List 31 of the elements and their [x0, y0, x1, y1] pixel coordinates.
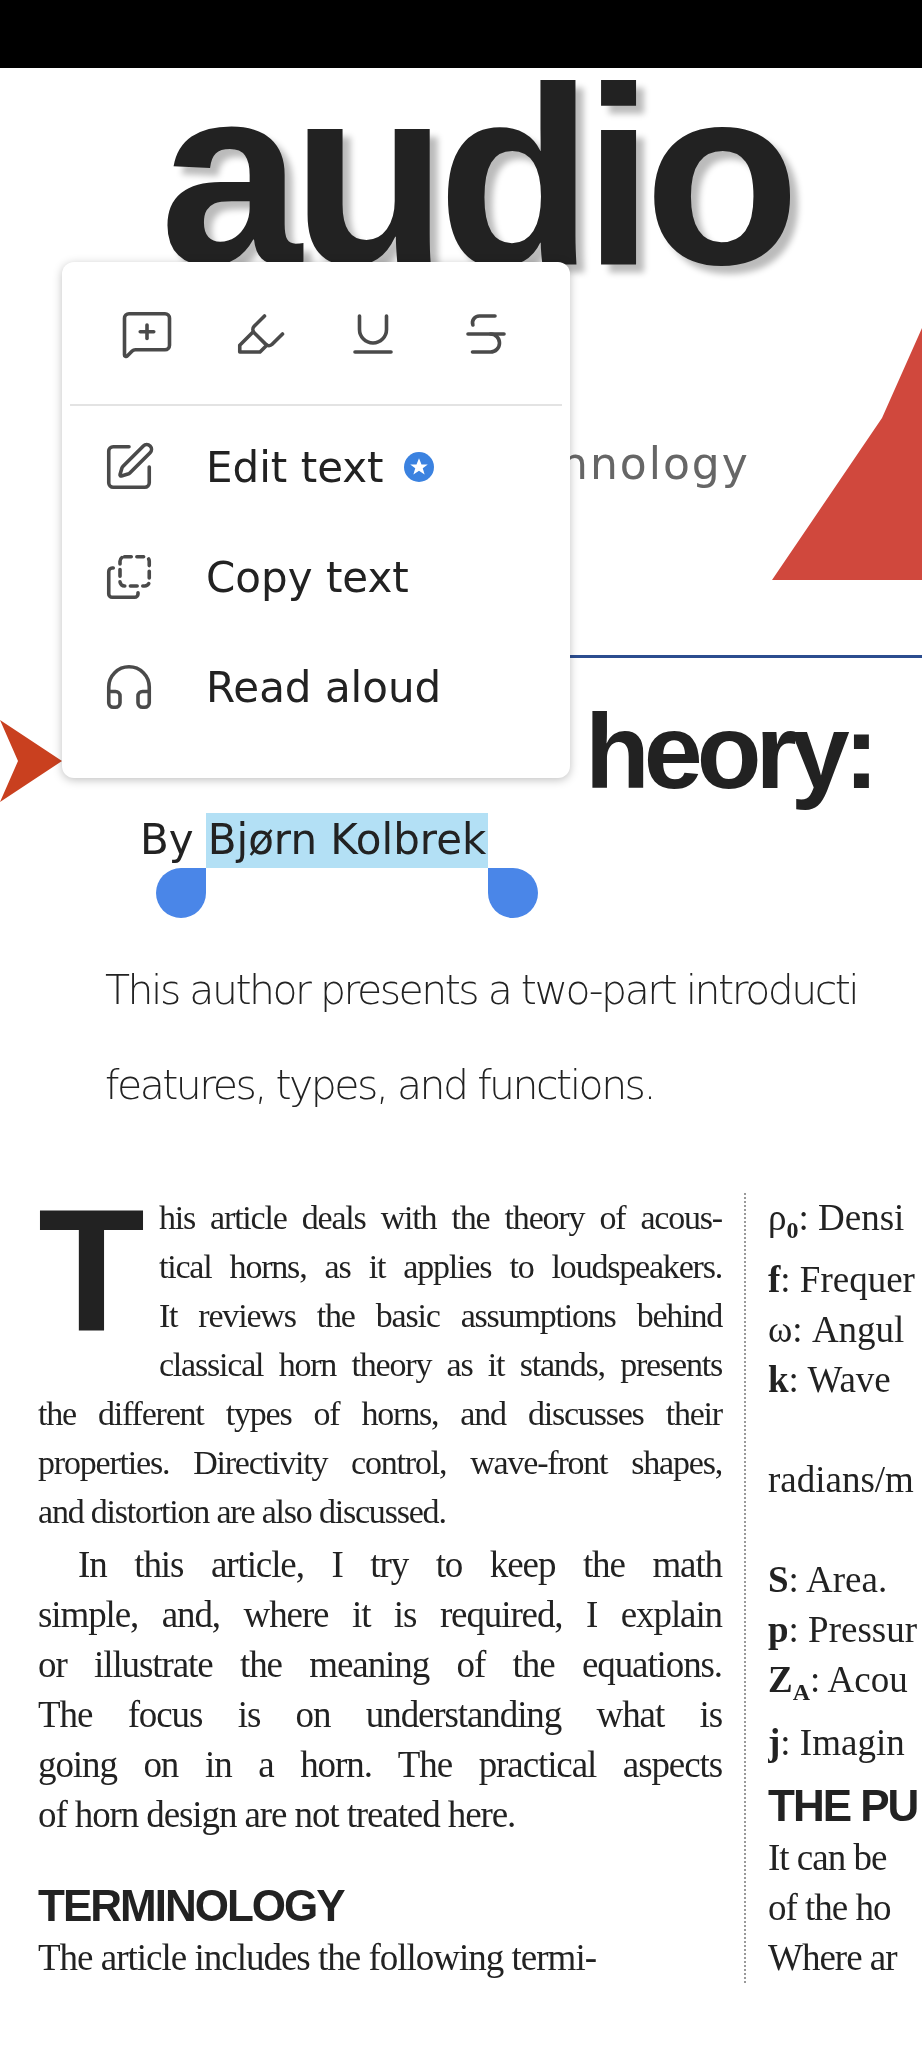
term-definition: Z$_{A}$: Acou [768, 1658, 908, 1708]
arrow-marker-icon [0, 720, 62, 802]
byline-prefix: By [140, 814, 194, 866]
drop-cap: T [38, 1201, 145, 1341]
intro-text: features, types, and functions. [105, 1060, 654, 1111]
menu-item[interactable]: Read aloud [62, 632, 570, 742]
body-paragraph: his article deals with the theory of acous- tical horns, as it applies to loudspeakers. It reviews the basic assumptions behind classical horn theory as it stands, presents [158, 1198, 722, 1385]
article-title: heory: [585, 691, 874, 812]
intro-text: This author presents a two-part introducti [105, 965, 858, 1016]
term-definition: S: Area. [768, 1558, 888, 1603]
section-heading: THE PU [768, 1779, 918, 1832]
term-definition: f: Frequer [768, 1258, 915, 1303]
selection-handle[interactable] [488, 867, 539, 918]
logo-wordmark: audio [160, 68, 790, 303]
body-text: It can be [768, 1835, 887, 1880]
term-definition: j: Imagin [768, 1720, 905, 1765]
term-definition: ω: Angul [768, 1308, 905, 1353]
body-text: Where ar [768, 1935, 897, 1980]
section-heading: TERMINOLOGY [38, 1879, 344, 1932]
menu-item[interactable]: Edit text [62, 412, 570, 522]
term-definition: ρ$_{0}$: Densi [768, 1196, 905, 1246]
body-paragraph: the different types of horns, and discusses their properties. Directivity control, wave-front shapes, and distortion are also discussed. [38, 1394, 722, 1532]
term-definition: k: Wave [768, 1358, 891, 1403]
body-text: of the ho [768, 1885, 891, 1930]
term-definition: p: Pressur [768, 1608, 918, 1653]
body-text: The article includes the following termi- [38, 1935, 596, 1980]
term-definition: radians/m [768, 1458, 914, 1503]
selected-author-name: Bjørn Kolbrek [205, 813, 489, 868]
selection-handle[interactable] [155, 867, 206, 918]
menu-item[interactable]: Copy text [62, 522, 570, 632]
body-paragraph: In this article, I try to keep the math simple, and, where it is required, I explain or illustrate the meaning of the equations. The focus is on understanding what is going on in a horn. The practical aspects of horn design are not treated here. [38, 1542, 722, 1837]
